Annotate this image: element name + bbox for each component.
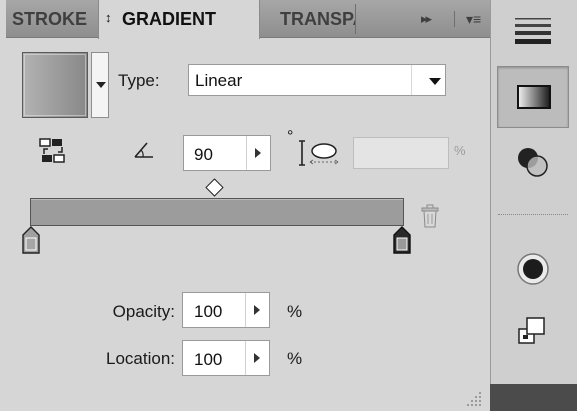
- location-input[interactable]: 100: [182, 340, 270, 376]
- select-divider: [411, 65, 412, 95]
- dock-align-button[interactable]: [497, 300, 569, 362]
- location-unit: %: [287, 349, 303, 368]
- gradient-slider[interactable]: [30, 198, 404, 226]
- stroke-panel-icon: [515, 18, 551, 44]
- aspect-ratio-unit: %: [454, 143, 466, 158]
- dock-footer: [490, 384, 577, 411]
- angle-input[interactable]: 90: [183, 135, 271, 171]
- location-value: 100: [194, 350, 223, 369]
- angle-icon: [134, 142, 153, 158]
- chevron-down-icon: [96, 82, 106, 88]
- type-label: Type:: [118, 71, 160, 90]
- tab-controls: ▸▸ ▾≡: [421, 0, 495, 38]
- expand-tabs-icon[interactable]: ▸▸: [421, 0, 432, 38]
- angle-stepper-icon[interactable]: [246, 136, 270, 170]
- opacity-label: Opacity:: [112, 302, 175, 321]
- dock-appearance-button[interactable]: [497, 238, 569, 300]
- appearance-panel-icon: [517, 253, 549, 285]
- opacity-unit: %: [287, 302, 303, 321]
- aspect-ratio-icon: [299, 140, 339, 166]
- tab-transparency[interactable]: TRANSPARENCY: [264, 0, 356, 38]
- chevron-down-icon: [429, 78, 441, 85]
- trash-icon[interactable]: [419, 203, 441, 229]
- gradient-type-select[interactable]: Linear: [188, 64, 446, 96]
- tab-controls-divider: [454, 11, 455, 27]
- location-stepper-icon[interactable]: [245, 341, 269, 375]
- angle-value: 90: [194, 145, 213, 164]
- tab-gradient-label: GRADIENT: [122, 9, 217, 29]
- gradient-type-value: Linear: [195, 71, 243, 90]
- align-panel-icon: [518, 317, 545, 344]
- panel-tab-bar: STROKE ↕ GRADIENT TRANSPARENCY ▸▸ ▾≡: [6, 0, 490, 39]
- resize-grip-icon[interactable]: [463, 388, 483, 408]
- gradient-panel-icon: [517, 85, 551, 109]
- tab-stroke[interactable]: STROKE: [12, 0, 98, 38]
- gradient-midpoint-handle[interactable]: [205, 178, 224, 197]
- gradient-panel: STROKE ↕ GRADIENT TRANSPARENCY ▸▸ ▾≡ Typ…: [0, 0, 577, 411]
- opacity-stepper-icon[interactable]: [245, 293, 269, 327]
- opacity-value: 100: [194, 302, 223, 321]
- degree-symbol: °: [287, 128, 294, 145]
- dock-stroke-button[interactable]: [497, 6, 569, 58]
- aspect-ratio-input[interactable]: [353, 137, 449, 169]
- opacity-input[interactable]: 100: [182, 292, 270, 328]
- color-stop-right[interactable]: [393, 226, 411, 254]
- tab-reorder-icon: ↕: [105, 10, 112, 25]
- dock-transparency-button[interactable]: [497, 132, 569, 194]
- gradient-swatch[interactable]: [22, 52, 88, 118]
- transparency-panel-icon: [518, 148, 548, 177]
- panel-menu-icon[interactable]: ▾≡: [466, 0, 481, 38]
- reverse-gradient-icon[interactable]: [38, 137, 68, 167]
- location-label: Location:: [106, 349, 175, 368]
- dock-separator: [498, 214, 568, 215]
- color-stop-left[interactable]: [22, 226, 40, 254]
- dock-gradient-button[interactable]: [497, 66, 569, 128]
- tab-gradient[interactable]: ↕ GRADIENT: [98, 0, 260, 39]
- gradient-swatch-dropdown[interactable]: [91, 52, 109, 118]
